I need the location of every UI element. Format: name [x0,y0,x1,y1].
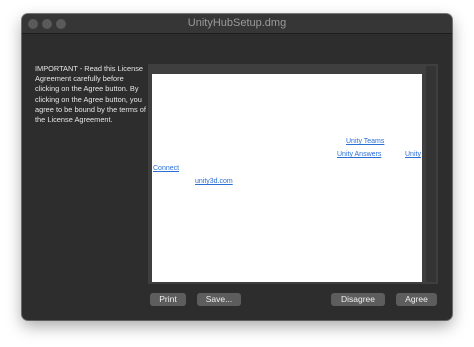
connect-link[interactable]: Connect [153,165,179,172]
license-dialog-window: UnityHubSetup.dmg IMPORTANT - Read this … [22,14,452,320]
print-button[interactable]: Print [150,293,186,306]
unity-link-truncated[interactable]: Unity [405,151,421,158]
unity-answers-link[interactable]: Unity Answers [337,151,381,158]
save-button[interactable]: Save... [197,293,241,306]
unity-teams-link[interactable]: Unity Teams [346,138,384,145]
license-viewer[interactable]: Unity Teams Unity Answers Unity Connect … [148,64,438,284]
window-title: UnityHubSetup.dmg [187,17,287,29]
unity3d-link[interactable]: unity3d.com [195,178,233,185]
disagree-button[interactable]: Disagree [331,293,385,306]
title-bar: UnityHubSetup.dmg [22,14,452,34]
license-page[interactable]: Unity Teams Unity Answers Unity Connect … [152,74,422,282]
scrollbar[interactable] [426,66,436,282]
license-intro-text: IMPORTANT - Read this License Agreement … [35,64,146,125]
agree-button[interactable]: Agree [396,293,437,306]
